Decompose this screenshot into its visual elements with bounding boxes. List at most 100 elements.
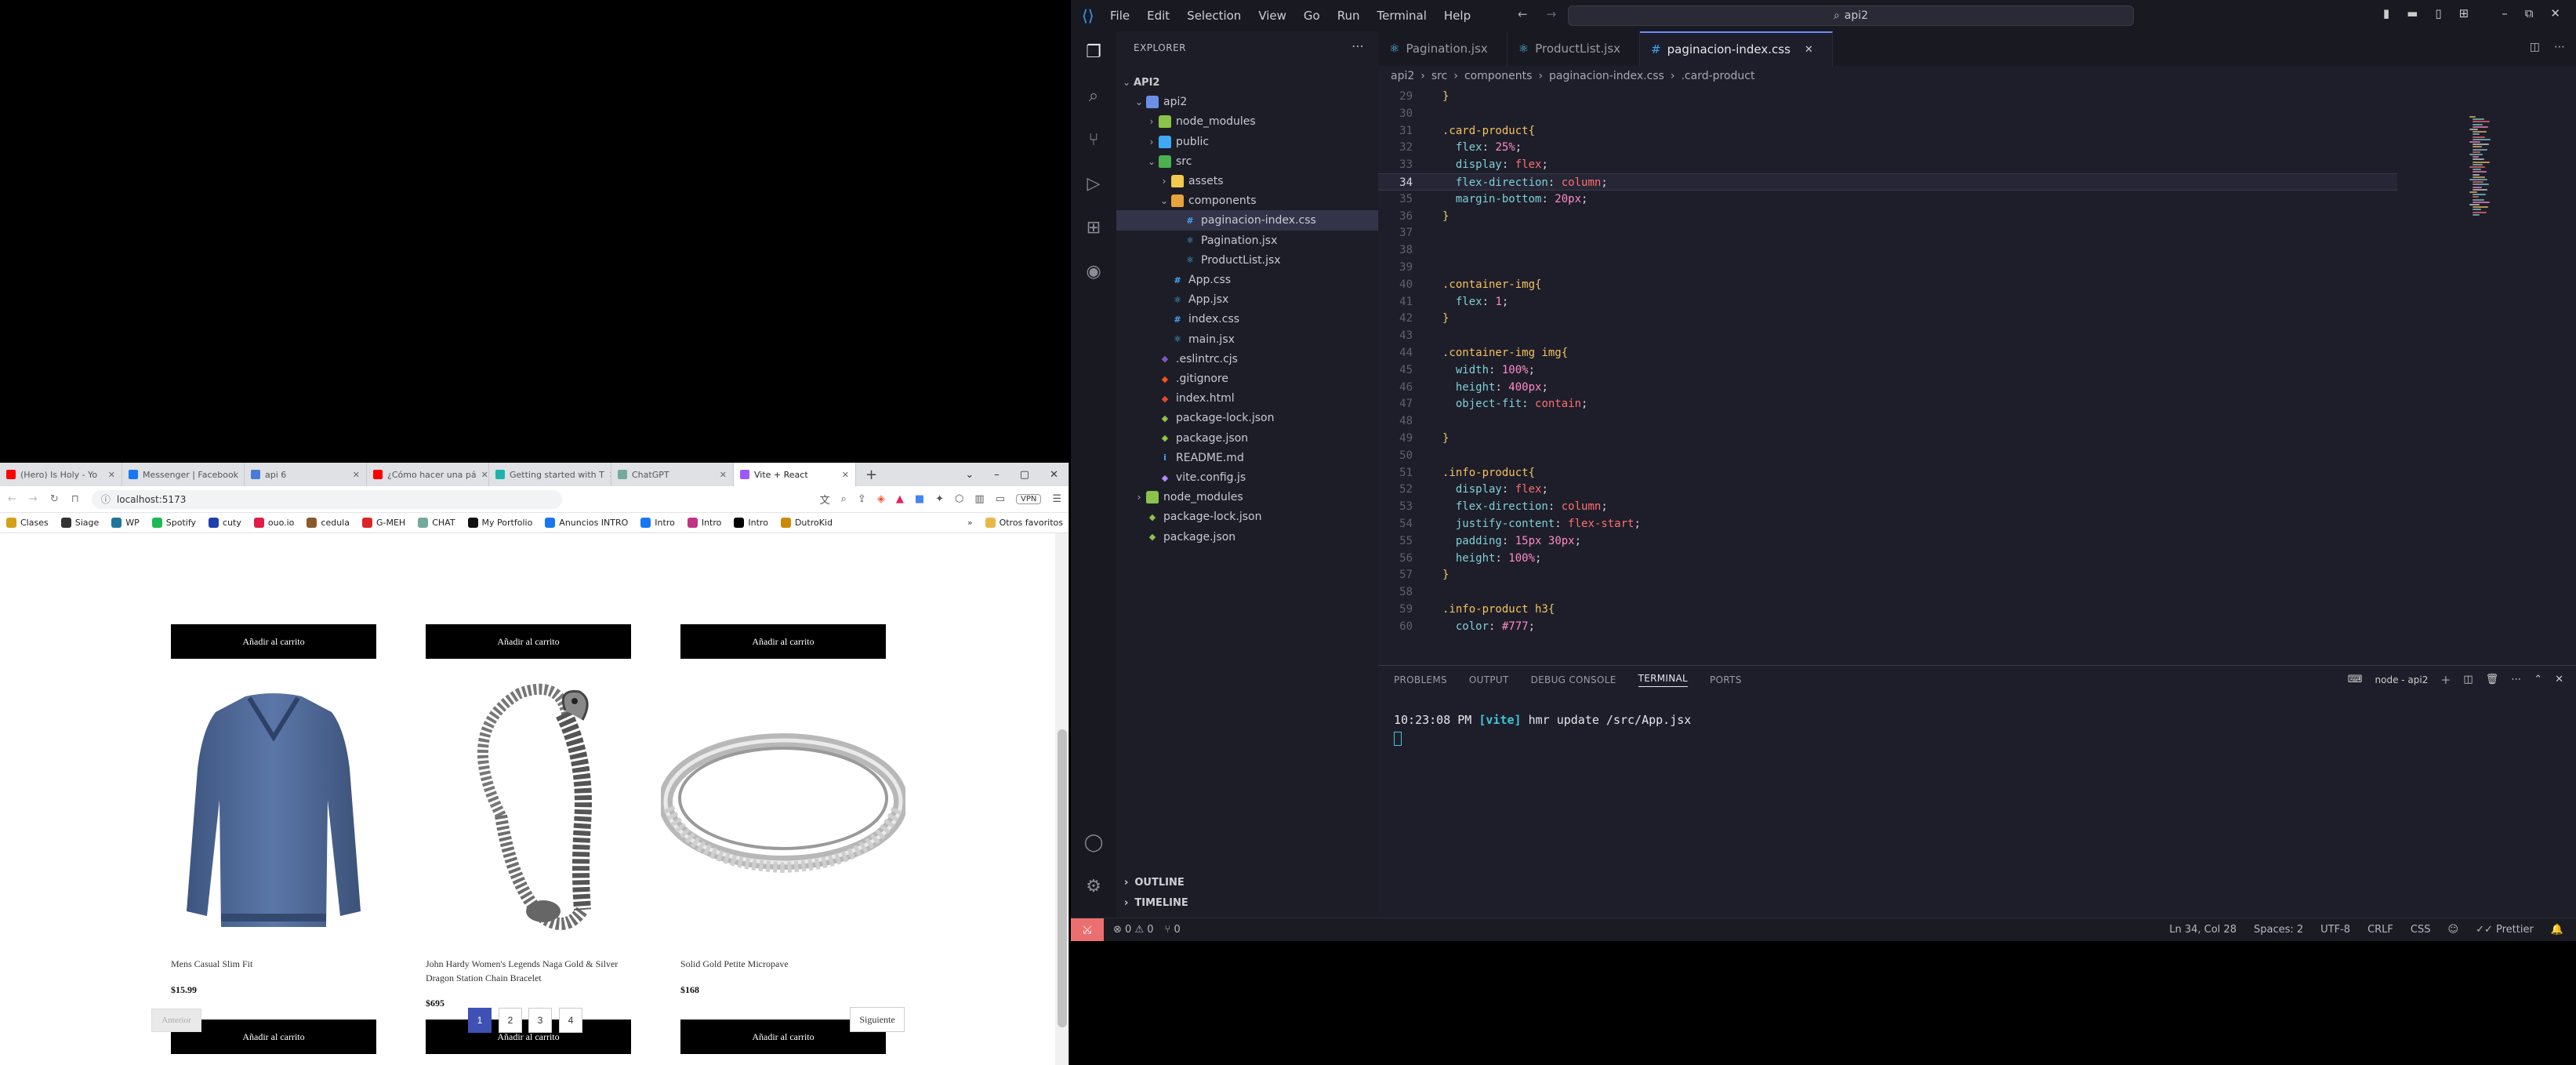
restore-icon[interactable]: ⧉ (2525, 6, 2534, 20)
page-scrollbar[interactable] (1055, 533, 1068, 1065)
bookmark-item[interactable]: Intro (734, 518, 768, 528)
tree-item[interactable]: # paginacion-index.css (1116, 210, 1378, 231)
product-name[interactable]: Solid Gold Petite Micropave (680, 957, 886, 971)
bookmark-item[interactable]: Intro (640, 518, 675, 528)
remote-indicator-icon[interactable]: ⤩ (1071, 918, 1104, 941)
timeline-section[interactable]: › TIMELINE (1116, 892, 1378, 913)
maximize-icon[interactable]: ▢ (1020, 469, 1029, 481)
bookmark-item[interactable]: cedula (307, 518, 350, 528)
reload-icon[interactable]: ↻ (50, 493, 59, 505)
breadcrumb-item[interactable]: paginacion-index.css (1549, 70, 1664, 82)
panel-tab-output[interactable]: OUTPUT (1469, 674, 1509, 685)
tree-item[interactable]: ◆ package-lock.json (1116, 408, 1378, 428)
breadcrumb-item[interactable]: .card-product (1681, 70, 1754, 82)
ports-indicator[interactable]: ⑂ 0 (1165, 924, 1181, 936)
nav-back-icon[interactable]: ← (1518, 7, 1528, 21)
bookmark-item[interactable]: WP (111, 518, 140, 528)
terminal-output[interactable]: 10:23:08 PM [vite] hmr update /src/App.j… (1394, 713, 1691, 727)
problems-indicator[interactable]: ⊗ 0 ⚠ 0 (1113, 924, 1154, 936)
vpn-button[interactable]: VPN (1015, 494, 1042, 504)
close-tab-icon[interactable]: ✕ (720, 470, 727, 480)
editor-tab[interactable]: # paginacion-index.css ✕ (1640, 31, 1833, 66)
product-image-ring[interactable] (659, 682, 908, 941)
new-terminal-icon[interactable]: ＋ (2440, 672, 2451, 687)
tree-item[interactable]: ◆ package-lock.json (1116, 507, 1378, 527)
tree-item[interactable]: ⚛ Pagination.jsx (1116, 231, 1378, 251)
browser-tab[interactable]: Messenger | Facebook✕ (122, 463, 245, 486)
downloads-icon[interactable]: ⬡ (955, 493, 963, 505)
bookmarks-more-icon[interactable]: » (967, 518, 973, 528)
new-tab-button[interactable]: + (856, 467, 887, 483)
tree-item[interactable]: ◆ .gitignore (1116, 369, 1378, 389)
forward-icon[interactable]: → (29, 493, 38, 505)
menu-file[interactable]: File (1110, 9, 1130, 23)
add-to-cart-button[interactable]: Añadir al carrito (171, 1020, 376, 1054)
tree-item[interactable]: ◆ vite.config.js (1116, 467, 1378, 488)
tree-item[interactable]: › public (1116, 132, 1378, 152)
bookmark-item[interactable]: Siage (60, 518, 99, 528)
bookmark-item[interactable]: Intro (687, 518, 721, 528)
editor-tab[interactable]: ⚛ Pagination.jsx (1378, 31, 1508, 66)
breadcrumb-item[interactable]: components (1464, 70, 1533, 82)
collapse-icon[interactable]: ⌄ (965, 469, 974, 481)
indentation[interactable]: Spaces: 2 (2254, 924, 2303, 936)
sidebar-toggle-icon[interactable]: ▥ (974, 493, 984, 505)
panel-tab-debug-console[interactable]: DEBUG CONSOLE (1531, 674, 1616, 685)
breadcrumb-item[interactable]: src (1431, 70, 1447, 82)
product-image-bracelet[interactable] (426, 682, 631, 941)
minimize-icon[interactable]: – (2502, 6, 2508, 20)
other-favorites[interactable]: Otros favoritos (985, 518, 1063, 528)
trash-icon[interactable]: 🗑 (2486, 674, 2499, 685)
close-tab-icon[interactable]: ✕ (108, 470, 115, 480)
more-actions-icon[interactable]: ⋯ (1351, 38, 1364, 53)
breadcrumb-item[interactable]: api2 (1391, 70, 1414, 82)
tree-item[interactable]: ⚛ main.jsx (1116, 329, 1378, 350)
pagination-page-4[interactable]: 4 (559, 1008, 582, 1033)
panel-tab-ports[interactable]: PORTS (1710, 674, 1742, 685)
close-tab-icon[interactable]: ✕ (353, 470, 360, 480)
menu-edit[interactable]: Edit (1147, 9, 1170, 23)
menu-run[interactable]: Run (1337, 9, 1360, 23)
tree-item[interactable]: ⚛ App.jsx (1116, 289, 1378, 310)
minimize-icon[interactable]: – (994, 469, 1000, 481)
language-mode[interactable]: CSS (2411, 924, 2431, 936)
tree-item[interactable]: # index.css (1116, 309, 1378, 329)
toggle-panel-icon[interactable]: ▬ (2407, 6, 2418, 20)
tree-item[interactable]: ⌄ API2 (1116, 72, 1378, 93)
browser-tab[interactable]: Vite + React ✕ (734, 463, 856, 486)
maximize-panel-icon[interactable]: ⌃ (2534, 674, 2542, 685)
minimap[interactable] (2469, 116, 2491, 242)
tree-item[interactable]: › node_modules (1116, 487, 1378, 507)
close-tab-icon[interactable]: ✕ (481, 470, 488, 480)
end-of-line[interactable]: CRLF (2367, 924, 2393, 936)
share-icon[interactable]: ⇪ (858, 493, 866, 505)
more-actions-icon[interactable]: ⋯ (2511, 674, 2521, 685)
toggle-secondary-sidebar-icon[interactable]: ▯ (2435, 6, 2441, 20)
browser-tab[interactable]: ¿Cómo hacer una pá ✕ (367, 463, 489, 486)
bookmark-item[interactable]: ouo.io (253, 518, 294, 528)
source-control-icon[interactable]: ⑂ (1082, 129, 1105, 152)
pagination-page-1[interactable]: 1 (468, 1008, 492, 1033)
menu-view[interactable]: View (1258, 9, 1286, 23)
tree-item[interactable]: ⌄ src (1116, 151, 1378, 172)
bookmark-page-icon[interactable]: ⊓ (71, 493, 79, 505)
outline-section[interactable]: › OUTLINE (1116, 872, 1378, 892)
close-panel-icon[interactable]: ✕ (2555, 674, 2563, 685)
close-tab-icon[interactable]: ✕ (1805, 44, 1813, 56)
scrollbar-thumb[interactable] (1058, 729, 1067, 1027)
menu-icon[interactable]: ☰ (1052, 493, 1061, 505)
menu-help[interactable]: Help (1444, 9, 1471, 23)
browser-tab[interactable]: ChatGPT ✕ (611, 463, 734, 486)
bookmark-item[interactable]: Clases (6, 518, 49, 528)
customize-layout-icon[interactable]: ⊞ (2459, 6, 2469, 20)
more-actions-icon[interactable]: ⋯ (2554, 41, 2565, 53)
tree-item[interactable]: ⌄ api2 (1116, 92, 1378, 112)
tree-item[interactable]: ⌄ components (1116, 191, 1378, 211)
nav-forward-icon[interactable]: → (1547, 7, 1557, 21)
menu-go[interactable]: Go (1304, 9, 1320, 23)
search-view-icon[interactable]: ⌕ (1082, 85, 1105, 108)
cursor-position[interactable]: Ln 34, Col 28 (2169, 924, 2237, 936)
remote-explorer-icon[interactable]: ◉ (1082, 260, 1105, 284)
site-info-icon[interactable]: ⓘ (101, 493, 111, 506)
browser-tab[interactable]: Getting started with T✕ (489, 463, 611, 486)
